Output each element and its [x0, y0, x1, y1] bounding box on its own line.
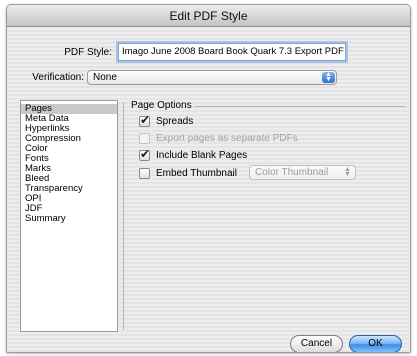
blank-pages-option[interactable]: Include Blank Pages	[139, 147, 248, 161]
cancel-button[interactable]: Cancel	[290, 335, 343, 352]
separate-pdfs-checkbox	[139, 132, 150, 144]
pdf-style-label: PDF Style:	[64, 47, 112, 58]
group-separator	[195, 106, 405, 107]
thumbnail-option[interactable]: Embed Thumbnail	[139, 167, 237, 179]
dialog-body: PDF Style: Imago June 2008 Board Book Qu…	[7, 28, 410, 352]
separate-pdfs-label: Export pages as separate PDFs	[156, 132, 298, 144]
window-title: Edit PDF Style	[7, 5, 410, 27]
list-item-summary[interactable]: Summary	[21, 214, 117, 224]
thumbnail-label: Embed Thumbnail	[156, 167, 237, 179]
updown-arrows-icon: ▲ ▼	[322, 71, 335, 83]
verification-popup[interactable]: None ▲ ▼	[87, 70, 337, 85]
edit-pdf-style-dialog: Edit PDF Style PDF Style: Imago June 200…	[6, 4, 411, 353]
spreads-option[interactable]: Spreads	[139, 113, 194, 127]
blank-pages-label: Include Blank Pages	[156, 149, 248, 161]
verification-label: Verification:	[32, 72, 84, 83]
spreads-checkbox[interactable]	[139, 113, 150, 127]
separate-pdfs-option: Export pages as separate PDFs	[139, 132, 298, 144]
panel-divider	[123, 102, 124, 330]
thumbnail-type-popup: Color Thumbnail ▲ ▼	[249, 165, 356, 180]
pdf-style-field[interactable]: Imago June 2008 Board Book Quark 7.3 Exp…	[118, 43, 346, 61]
verification-value: None	[93, 72, 117, 83]
settings-category-list[interactable]: Pages Meta Data Hyperlinks Compression C…	[20, 100, 118, 332]
updown-arrows-icon: ▲ ▼	[344, 166, 351, 178]
blank-pages-checkbox[interactable]	[139, 147, 150, 161]
thumbnail-checkbox[interactable]	[139, 167, 150, 179]
thumbnail-type-value: Color Thumbnail	[255, 167, 329, 178]
page-options-title: Page Options	[131, 100, 192, 111]
spreads-label: Spreads	[156, 115, 194, 127]
ok-button[interactable]: OK	[349, 335, 402, 352]
